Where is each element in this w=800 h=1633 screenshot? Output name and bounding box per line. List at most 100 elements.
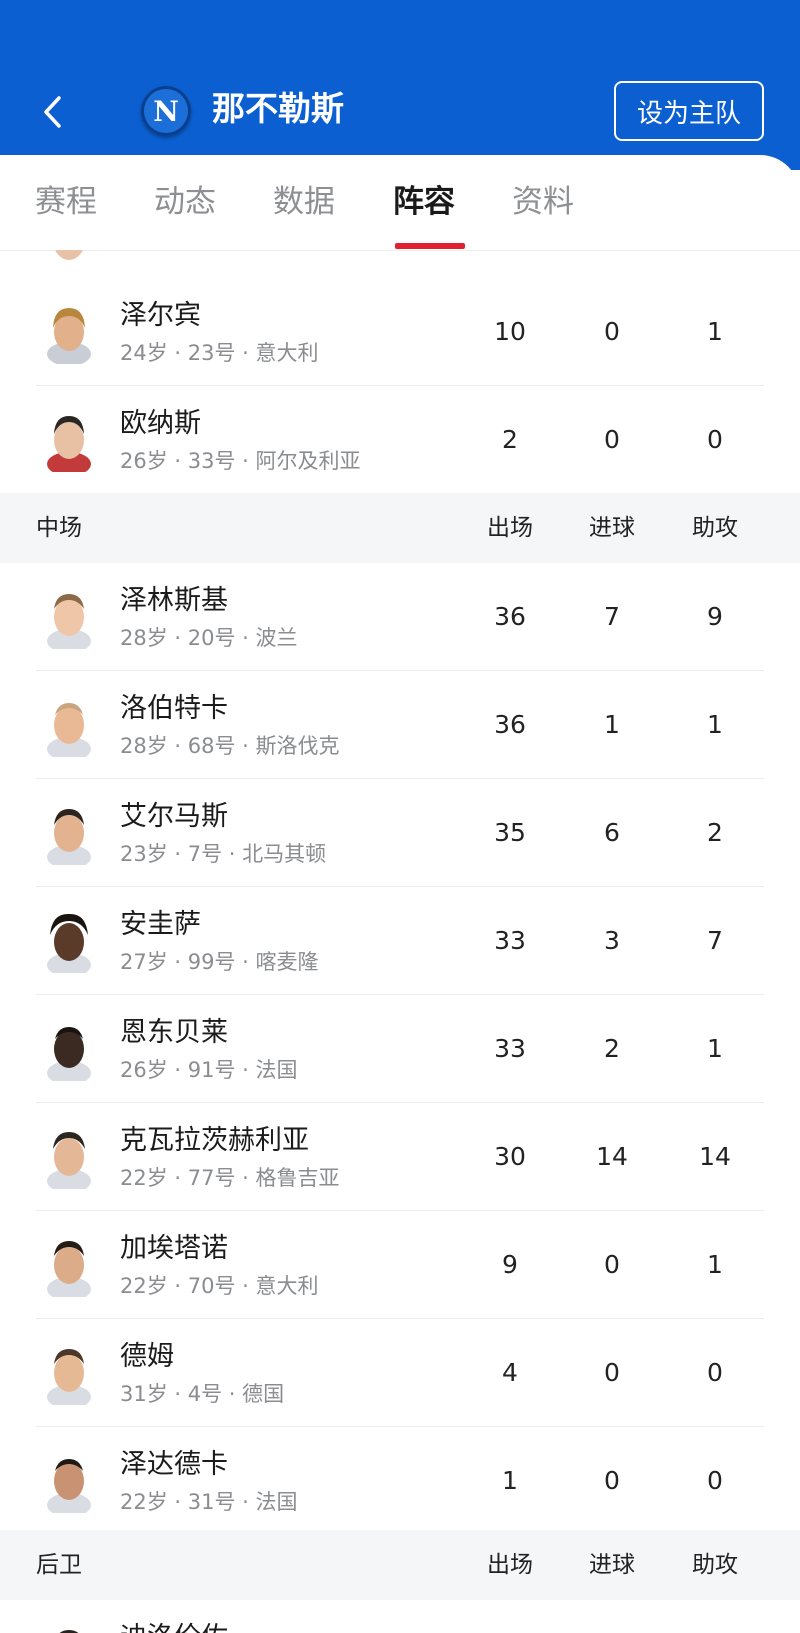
stat-assists: 1: [707, 710, 723, 739]
list-item[interactable]: 泽达德卡 22岁 · 31号 · 法国 1 0 0: [0, 1427, 800, 1535]
column-goals: 进球: [589, 515, 635, 541]
section-title: 后卫: [36, 1552, 82, 1578]
stat-assists: 1: [707, 1250, 723, 1279]
list-item[interactable]: 欧纳斯 26岁 · 33号 · 阿尔及利亚 2 0 0: [0, 386, 800, 494]
stat-goals: 0: [604, 1250, 620, 1279]
stat-goals: 7: [604, 602, 620, 631]
chevron-left-icon: [44, 96, 61, 128]
stat-assists: 2: [707, 818, 723, 847]
app-header: N 那不勒斯 设为主队: [0, 0, 800, 170]
player-info: 28岁 · 20号 · 波兰: [120, 626, 298, 650]
player-avatar: [47, 1241, 91, 1297]
list-item[interactable]: 德姆 31岁 · 4号 · 德国 4 0 0: [0, 1319, 800, 1427]
stat-apps: 36: [494, 710, 526, 739]
player-avatar: [47, 913, 91, 973]
player-name: 艾尔马斯: [120, 801, 228, 832]
stat-goals: 0: [604, 1358, 620, 1387]
tab-schedule[interactable]: 赛程: [35, 180, 97, 224]
stat-goals: 0: [604, 425, 620, 454]
player-name: 泽尔宾: [120, 300, 201, 331]
stat-assists: 0: [707, 1358, 723, 1387]
list-item[interactable]: 安圭萨 27岁 · 99号 · 喀麦隆 33 3 7: [0, 887, 800, 995]
player-avatar: [47, 1349, 91, 1405]
column-assists: 助攻: [692, 515, 738, 541]
stat-goals: 6: [604, 818, 620, 847]
partial-row-top: [0, 250, 800, 278]
list-item[interactable]: 泽尔宾 24岁 · 23号 · 意大利 10 0 1: [0, 278, 800, 386]
tab-news[interactable]: 动态: [154, 180, 216, 224]
list-item[interactable]: 泽林斯基 28岁 · 20号 · 波兰 36 7 9: [0, 563, 800, 671]
tab-squad[interactable]: 阵容: [393, 180, 455, 224]
player-info: 22岁 · 77号 · 格鲁吉亚: [120, 1166, 340, 1190]
stat-goals: 1: [604, 710, 620, 739]
player-info: 26岁 · 33号 · 阿尔及利亚: [120, 449, 361, 473]
stat-apps: 30: [494, 1142, 526, 1171]
tab-stats[interactable]: 数据: [273, 180, 335, 224]
player-info: 26岁 · 91号 · 法国: [120, 1058, 298, 1082]
stat-apps: 10: [494, 317, 526, 346]
stat-goals: 0: [604, 1466, 620, 1495]
list-item[interactable]: 迪洛伦佐: [0, 1600, 800, 1633]
section-title: 中场: [36, 515, 82, 541]
column-apps: 出场: [487, 1552, 533, 1578]
stat-goals: 14: [596, 1142, 628, 1171]
team-logo-letter: N: [153, 94, 179, 128]
player-name: 德姆: [120, 1341, 174, 1372]
player-info: 31岁 · 4号 · 德国: [120, 1382, 285, 1406]
column-apps: 出场: [487, 515, 533, 541]
player-name: 泽林斯基: [120, 585, 228, 616]
set-home-team-button[interactable]: 设为主队: [614, 81, 764, 141]
stat-assists: 0: [707, 1466, 723, 1495]
tab-profile[interactable]: 资料: [512, 180, 574, 224]
stat-goals: 2: [604, 1034, 620, 1063]
player-avatar: [47, 594, 91, 649]
back-button[interactable]: [36, 92, 68, 132]
column-goals: 进球: [589, 1552, 635, 1578]
player-name: 克瓦拉茨赫利亚: [120, 1125, 309, 1156]
player-avatar: [47, 308, 91, 364]
player-info: 23岁 · 7号 · 北马其顿: [120, 842, 327, 866]
active-tab-indicator: [395, 243, 465, 249]
section-header-midfield: 中场 出场 进球 助攻: [0, 493, 800, 563]
stat-goals: 0: [604, 317, 620, 346]
player-info: 28岁 · 68号 · 斯洛伐克: [120, 734, 340, 758]
player-name: 欧纳斯: [120, 408, 201, 439]
stat-apps: 33: [494, 1034, 526, 1063]
player-avatar: [47, 809, 91, 865]
stat-apps: 35: [494, 818, 526, 847]
player-name: 加埃塔诺: [120, 1233, 228, 1264]
stat-goals: 3: [604, 926, 620, 955]
player-avatar: [47, 1027, 91, 1081]
player-name: 恩东贝莱: [120, 1017, 228, 1048]
player-info: 22岁 · 31号 · 法国: [120, 1490, 298, 1514]
player-info: 22岁 · 70号 · 意大利: [120, 1274, 319, 1298]
player-name: 泽达德卡: [120, 1449, 228, 1480]
player-name: 安圭萨: [120, 909, 201, 940]
list-item[interactable]: 恩东贝莱 26岁 · 91号 · 法国 33 2 1: [0, 995, 800, 1103]
tab-bar: 赛程 动态 数据 阵容 资料: [0, 155, 800, 251]
section-header-defense: 后卫 出场 进球 助攻: [0, 1530, 800, 1600]
stat-assists: 0: [707, 425, 723, 454]
stat-assists: 7: [707, 926, 723, 955]
list-item[interactable]: 艾尔马斯 23岁 · 7号 · 北马其顿 35 6 2: [0, 779, 800, 887]
player-info: 27岁 · 99号 · 喀麦隆: [120, 950, 319, 974]
list-item[interactable]: 克瓦拉茨赫利亚 22岁 · 77号 · 格鲁吉亚 30 14 14: [0, 1103, 800, 1211]
player-avatar: [47, 1132, 91, 1189]
list-item[interactable]: 加埃塔诺 22岁 · 70号 · 意大利 9 0 1: [0, 1211, 800, 1319]
list-item[interactable]: 洛伯特卡 28岁 · 68号 · 斯洛伐克 36 1 1: [0, 671, 800, 779]
player-avatar: [59, 1630, 79, 1633]
player-info: 24岁 · 23号 · 意大利: [120, 341, 319, 365]
stat-assists: 1: [707, 1034, 723, 1063]
stat-apps: 4: [502, 1358, 518, 1387]
stat-apps: 2: [502, 425, 518, 454]
player-name: 迪洛伦佐: [120, 1620, 228, 1633]
stat-apps: 9: [502, 1250, 518, 1279]
team-name: 那不勒斯: [212, 89, 344, 128]
stat-assists: 1: [707, 317, 723, 346]
player-avatar: [47, 416, 91, 472]
player-avatar: [47, 703, 91, 757]
player-name: 洛伯特卡: [120, 693, 228, 724]
stat-assists: 14: [699, 1142, 731, 1171]
stat-apps: 1: [502, 1466, 518, 1495]
player-avatar: [47, 1459, 91, 1513]
